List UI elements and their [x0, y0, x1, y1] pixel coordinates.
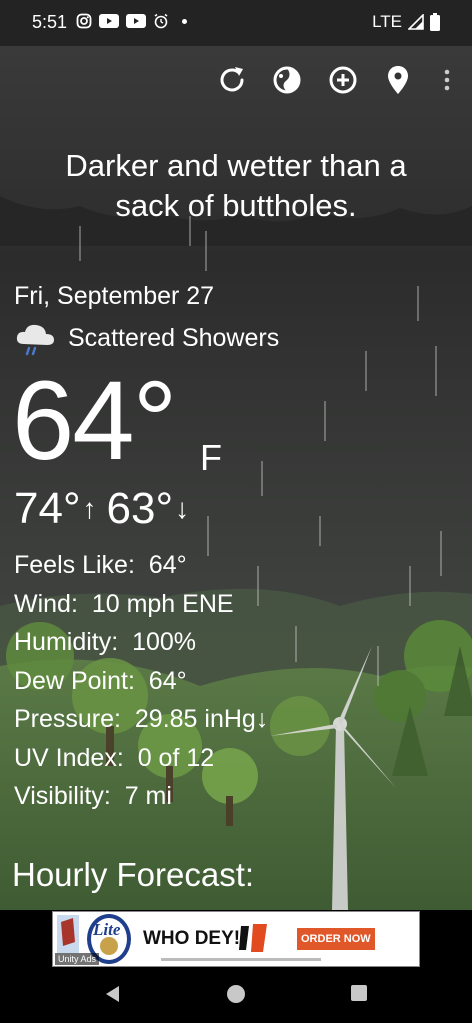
- high-temperature: 74°: [14, 484, 81, 533]
- system-navigation-bar: [0, 968, 472, 1023]
- instagram-icon: [76, 13, 92, 29]
- location-pin-icon: [388, 66, 408, 94]
- detail-label: UV Index:: [14, 743, 124, 772]
- ad-cta-button[interactable]: ORDER NOW: [301, 933, 371, 945]
- add-location-button[interactable]: [325, 62, 361, 98]
- current-temperature: 64°: [12, 358, 177, 483]
- detail-pressure: Pressure: 29.85 inHg↓: [14, 700, 268, 739]
- status-bar: 5:51 LTE: [0, 0, 472, 46]
- home-button[interactable]: [226, 984, 246, 1004]
- unity-ads-badge: Unity Ads: [55, 953, 100, 965]
- detail-label: Pressure:: [14, 705, 121, 733]
- refresh-icon: [220, 67, 244, 92]
- detail-value: 100%: [132, 628, 197, 656]
- detail-label: Dew Point:: [14, 666, 135, 695]
- high-low-temperatures: 74° ↑ 63° ↓: [14, 484, 199, 534]
- back-button[interactable]: [103, 984, 123, 1004]
- add-location-icon: [329, 66, 357, 94]
- detail-dew-point: Dew Point: 64°: [14, 662, 268, 701]
- detail-label: Humidity:: [14, 628, 119, 656]
- detail-label: Wind:: [14, 589, 78, 618]
- ad-slogan: WHO DEY!: [143, 928, 241, 949]
- ad-banner[interactable]: Lite WHO DEY! ORDER NOW Unity Ads: [52, 911, 420, 967]
- detail-wind: Wind: 10 mph ENE: [14, 585, 268, 624]
- overflow-menu-icon: [444, 69, 450, 91]
- overflow-menu-button[interactable]: [429, 62, 465, 98]
- weather-details-list: Feels Like: 64° Wind: 10 mph ENE Humidit…: [14, 546, 268, 816]
- detail-value: 64°: [148, 666, 187, 695]
- status-system-icons: LTE: [372, 12, 440, 32]
- condition-text: Scattered Showers: [68, 323, 280, 352]
- app-toolbar: [0, 56, 472, 106]
- status-time: 5:51: [32, 12, 68, 32]
- location-button[interactable]: [380, 62, 416, 98]
- hourly-forecast-heading: Hourly Forecast:: [12, 856, 255, 893]
- theme-button[interactable]: [269, 62, 305, 98]
- status-notification-icons: [76, 13, 187, 29]
- detail-feels-like: Feels Like: 64°: [14, 546, 268, 585]
- refresh-button[interactable]: [214, 62, 250, 98]
- weather-headline: Darker and wetter than a sack of butthol…: [65, 148, 407, 223]
- network-type: LTE: [372, 12, 402, 31]
- detail-value: 64°: [148, 551, 187, 579]
- detail-humidity: Humidity: 100%: [14, 623, 268, 662]
- condition-row: Scattered Showers: [14, 320, 279, 356]
- arrow-down-icon: ↓: [175, 493, 190, 524]
- detail-value: 10 mph ENE: [91, 589, 234, 618]
- detail-value: 0 of 12: [137, 743, 215, 772]
- rain-cloud-icon: [16, 324, 54, 356]
- detail-value: 7 mi: [124, 782, 172, 810]
- forecast-date: Fri, September 27: [14, 282, 215, 310]
- recents-button[interactable]: [350, 984, 368, 1002]
- detail-uv-index: UV Index: 0 of 12: [14, 739, 268, 778]
- ad-brand-text: Lite: [93, 920, 121, 939]
- youtube-icon: [126, 14, 146, 28]
- youtube-icon: [99, 14, 119, 28]
- detail-visibility: Visibility: 7 mi: [14, 777, 268, 816]
- signal-icon: [408, 14, 424, 30]
- temperature-unit: F: [200, 437, 222, 478]
- arrow-up-icon: ↑: [82, 493, 97, 524]
- battery-icon: [430, 13, 440, 31]
- more-notifications-dot-icon: [182, 18, 187, 24]
- detail-label: Visibility:: [14, 782, 111, 810]
- low-temperature: 63°: [106, 484, 174, 533]
- theme-icon: [273, 66, 301, 94]
- detail-label: Feels Like:: [14, 551, 135, 579]
- alarm-icon: [154, 13, 168, 29]
- detail-value: 29.85 inHg↓: [134, 705, 269, 733]
